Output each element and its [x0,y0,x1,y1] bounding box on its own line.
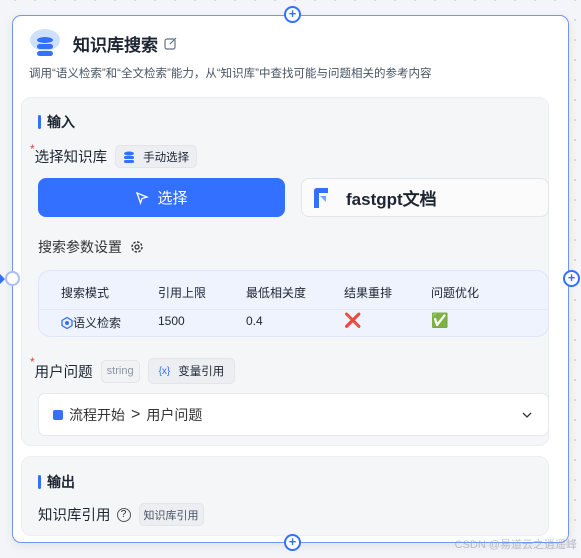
start-node-icon [53,409,63,420]
output-type-chip: 知识库引用 [138,503,204,526]
value-optimize: ✅ [431,312,449,328]
search-params-label: 搜索参数设置 [38,239,122,255]
variable-ref-chip[interactable]: {x} 变量引用 [147,358,236,384]
input-section-title: 输入 [38,112,75,132]
help-icon[interactable]: ? [116,507,131,522]
value-rerank: ❌ [344,312,362,328]
header-search-mode: 搜索模式 [61,286,110,300]
search-params-row: 搜索参数设置 [38,237,144,257]
kb-label: 选择知识库 [34,150,108,166]
top-add-handle[interactable]: + [284,6,301,23]
path-field: 用户问题 [146,406,203,423]
variable-ref-label: 变量引用 [178,366,225,378]
database-cloud-icon [30,29,60,56]
right-add-handle[interactable]: + [563,270,580,287]
settings-gear-icon[interactable] [130,240,144,254]
cursor-icon [136,191,150,205]
search-mode-text: 语义检索 [73,316,122,330]
chevron-down-icon [522,412,532,418]
header-optimize: 问题优化 [431,286,480,300]
value-limit: 1500 [158,314,185,328]
header-similarity: 最低相关度 [246,286,307,300]
variable-select[interactable]: 流程开始 > 用户问题 [38,393,549,436]
output-section-title: 输出 [38,472,75,492]
user-question-label: 用户问题 [34,364,93,381]
kb-search-node[interactable]: 知识库搜索 调用“语义检索”和“全文检索”能力，从“知识库”中查找可能与问题相关… [12,15,569,543]
search-params-table[interactable]: 搜索模式 引用上限 最低相关度 结果重排 问题优化 语义检索 1500 0.4 … [38,270,549,337]
output-section: 输出 知识库引用 ? 知识库引用 [21,456,549,536]
select-kb-label: 选择 [157,190,188,207]
selected-kb[interactable]: fastgpt文档 [301,178,549,217]
input-section: 输入 * 选择知识库 手动选择 选择 fastgpt文档 搜索参数设置 搜索模式… [21,97,549,446]
manual-select-chip[interactable]: 手动选择 [115,145,198,168]
value-similarity: 0.4 [246,314,263,328]
header-limit: 引用上限 [158,286,207,300]
header-rerank: 结果重排 [344,286,393,300]
fastgpt-logo-icon [314,187,328,208]
node-header: 知识库搜索 [29,28,177,58]
variable-icon: {x} [158,365,171,377]
selected-kb-name: fastgpt文档 [346,190,437,209]
user-question-row: * 用户问题 string {x} 变量引用 [30,355,236,384]
edit-icon[interactable] [164,37,177,50]
output-kb-ref-row: 知识库引用 ? 知识库引用 [38,503,204,526]
type-chip: string [100,359,140,383]
left-connect-handle[interactable] [5,271,20,286]
node-description: 调用“语义检索”和“全文检索”能力，从“知识库”中查找可能与问题相关的参考内容 [29,68,432,80]
select-kb-button[interactable]: 选择 [38,178,285,217]
database-icon [124,151,135,163]
path-separator: > [131,405,141,423]
output-label: 知识库引用 [38,508,111,524]
kb-select-row: * 选择知识库 手动选择 [30,142,198,168]
value-search-mode: 语义检索 [61,314,121,331]
manual-select-label: 手动选择 [143,151,190,164]
watermark: CSDN @易道云之逍遥峰 [454,539,577,551]
semantic-search-icon [61,316,73,329]
path-node: 流程开始 [69,406,125,423]
node-title: 知识库搜索 [73,35,158,55]
bottom-add-handle[interactable]: + [284,534,301,551]
